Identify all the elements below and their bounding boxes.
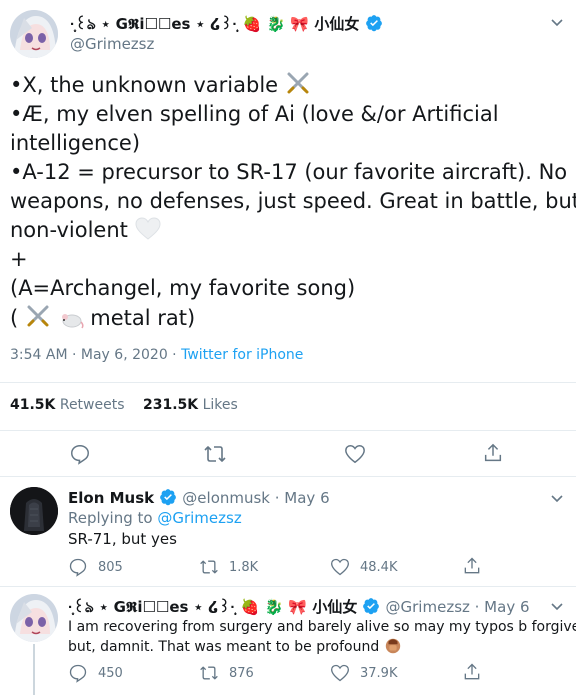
facepalm-emoji xyxy=(385,638,400,654)
tweet-line-text: •X, the unknown variable xyxy=(10,73,279,97)
engagement-counts: 41.5K Retweets 231.5K Likes xyxy=(10,397,238,413)
crossed-swords-emoji xyxy=(287,72,309,94)
like-button[interactable]: 37.9K xyxy=(330,663,397,683)
like-count: 37.9K xyxy=(360,665,398,681)
likes-count: 231.5K xyxy=(142,397,199,413)
retweet-icon xyxy=(200,666,218,680)
chevron-down-icon[interactable] xyxy=(549,598,565,614)
tweet-line: intelligence) xyxy=(10,131,141,155)
tweet-line-text: metal rat) xyxy=(90,306,196,330)
display-name[interactable]: Elon Musk xyxy=(68,489,154,507)
display-name-text: ·̩͙꒰ঌ ⋆ G𝕽i☐☐es ⋆ ໒꒱·̩͙ 🍓 🐉 🎀 小仙女 xyxy=(70,15,360,33)
avatar-image xyxy=(10,10,58,58)
like-count: 48.4K xyxy=(360,559,398,575)
replying-to-label: Replying to xyxy=(68,509,158,527)
verified-icon xyxy=(365,15,382,32)
retweet-button[interactable]: 1.8K xyxy=(199,557,258,577)
chevron-down-icon[interactable] xyxy=(549,490,565,506)
reply-text-line-text: but, damnit. That was meant to be profou… xyxy=(68,639,380,655)
source-link[interactable]: Twitter for iPhone xyxy=(181,347,303,363)
reply-icon xyxy=(69,664,87,683)
tweet-line-text: non-violent xyxy=(10,218,128,242)
thread-line xyxy=(33,644,35,695)
avatar[interactable] xyxy=(10,10,58,58)
reply-button[interactable]: 805 xyxy=(68,557,123,577)
tweet-line: + xyxy=(10,247,28,271)
tweet-line: •X, the unknown variable xyxy=(10,70,576,100)
tweet-line: weapons, no defenses, just speed. Great … xyxy=(10,189,576,213)
retweets-count: 41.5K xyxy=(10,397,56,413)
reply-icon xyxy=(69,558,87,577)
reply-text: I am recovering from surgery and barely … xyxy=(68,617,576,657)
replying-to: Replying to @Grimezsz xyxy=(68,509,242,527)
retweets-stat[interactable]: 41.5K Retweets xyxy=(10,397,125,413)
like-button[interactable]: 48.4K xyxy=(330,557,397,577)
tweet-meta: 3:54 AM · May 6, 2020 · Twitter for iPho… xyxy=(10,347,303,363)
retweet-icon[interactable] xyxy=(203,443,227,465)
timestamp[interactable]: 3:54 AM · May 6, 2020 · xyxy=(10,347,181,363)
divider xyxy=(0,476,576,477)
retweet-icon xyxy=(200,560,218,574)
reply-button[interactable]: 450 xyxy=(68,663,123,683)
retweets-label: Retweets xyxy=(59,397,125,413)
tweet-line: ( metal rat) xyxy=(10,303,576,333)
tweet-line: •Æ, my elven spelling of Ai (love &/or A… xyxy=(10,102,499,126)
replying-to-link[interactable]: @Grimezsz xyxy=(157,509,241,527)
avatar[interactable] xyxy=(10,487,58,535)
handle[interactable]: @Grimezsz · May 6 xyxy=(386,598,530,616)
retweet-count: 1.8K xyxy=(229,559,259,575)
reply-icon[interactable] xyxy=(69,443,91,465)
chevron-down-icon[interactable] xyxy=(549,14,565,30)
reply-text: SR-71, but yes xyxy=(68,530,177,548)
white-heart-emoji xyxy=(135,217,161,240)
like-icon xyxy=(330,558,350,576)
reply-count: 805 xyxy=(98,559,123,575)
reply-count: 450 xyxy=(98,665,123,681)
share-icon[interactable] xyxy=(462,556,482,576)
avatar-image xyxy=(10,594,58,642)
retweet-button[interactable]: 876 xyxy=(199,663,254,683)
like-icon[interactable] xyxy=(344,443,366,465)
likes-label: Likes xyxy=(202,397,238,413)
divider xyxy=(0,586,576,587)
rat-emoji xyxy=(61,314,84,329)
handle[interactable]: @elonmusk · May 6 xyxy=(182,489,329,507)
tweet-line-text: ( xyxy=(10,306,19,330)
reply-text-line: but, damnit. That was meant to be profou… xyxy=(68,637,576,657)
display-name[interactable]: ·̩͙꒰ঌ ⋆ G𝕽i☐☐es ⋆ ໒꒱·̩͙ 🍓 🐉 🎀 小仙女 xyxy=(68,598,357,616)
avatar[interactable] xyxy=(10,594,58,642)
retweet-count: 876 xyxy=(229,665,254,681)
crossed-swords-emoji xyxy=(27,305,49,327)
reply-header: Elon Musk @elonmusk · May 6 xyxy=(68,488,330,507)
verified-icon xyxy=(160,489,177,506)
share-icon[interactable] xyxy=(462,662,482,682)
like-icon xyxy=(330,664,350,682)
likes-stat[interactable]: 231.5K Likes xyxy=(143,397,238,413)
reply-text-line: I am recovering from surgery and barely … xyxy=(68,619,576,635)
divider xyxy=(0,382,576,383)
handle[interactable]: @Grimezsz xyxy=(70,35,154,53)
tweet-line: non-violent xyxy=(10,216,576,245)
divider xyxy=(0,430,576,431)
tweet-body: •X, the unknown variable •Æ, my elven sp… xyxy=(10,70,576,333)
tweet-line: (A=Archangel, my favorite song) xyxy=(10,276,356,300)
share-icon[interactable] xyxy=(482,442,504,464)
avatar-image xyxy=(10,487,58,535)
verified-icon xyxy=(363,598,380,615)
tweet-line: •A-12 = precursor to SR-17 (our favorite… xyxy=(10,160,568,184)
